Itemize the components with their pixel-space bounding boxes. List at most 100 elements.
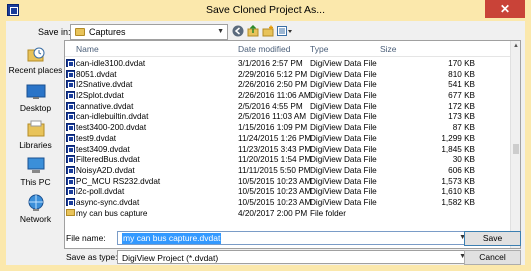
table-row[interactable]: I2Splot.dvdat 2/26/2016 11:06 AM DigiView … xyxy=(65,91,512,102)
network-icon xyxy=(26,194,46,212)
file-name: test3400-200.dvdat xyxy=(76,123,147,133)
file-name: my can bus capture xyxy=(76,208,148,218)
place-label: Desktop xyxy=(19,103,52,113)
file-date: 10/5/2015 10:23 AM xyxy=(238,187,312,197)
libraries-icon xyxy=(26,120,46,138)
file-name: i2c-poll.dvdat xyxy=(76,187,125,197)
place-libraries[interactable]: Libraries xyxy=(8,120,63,150)
desktop-icon xyxy=(26,83,46,101)
view-menu-icon[interactable] xyxy=(277,25,293,39)
file-size: 172 KB xyxy=(448,101,475,111)
place-this-pc[interactable]: This PC xyxy=(8,157,63,187)
digiview-file-icon xyxy=(66,176,75,185)
table-row[interactable]: FilteredBus.dvdat 11/20/2015 1:54 PM DigiV… xyxy=(65,155,512,166)
file-rows: can-idle3100.dvdat 3/1/2016 2:57 PM DigiVi… xyxy=(65,59,512,219)
file-size: 173 KB xyxy=(448,112,475,122)
place-label: This PC xyxy=(20,177,51,187)
file-name: I2Splot.dvdat xyxy=(76,91,124,101)
digiview-file-icon xyxy=(66,123,75,132)
table-row[interactable]: test3409.dvdat 11/23/2015 3:43 PM DigiView… xyxy=(65,144,512,156)
place-label: Libraries xyxy=(19,140,52,150)
file-size: 677 KB xyxy=(448,91,475,101)
table-row[interactable]: i2c-poll.dvdat 10/5/2015 10:23 AM DigiView… xyxy=(65,187,512,198)
up-folder-icon[interactable] xyxy=(247,24,260,39)
digiview-file-icon xyxy=(66,165,75,174)
place-desktop[interactable]: Desktop xyxy=(8,83,63,113)
file-date: 2/26/2016 2:50 PM xyxy=(238,80,308,90)
file-date: 11/23/2015 3:43 PM xyxy=(238,144,312,154)
file-type: DigiView Data File xyxy=(310,176,377,186)
digiview-file-icon xyxy=(66,91,75,100)
digiview-file-icon xyxy=(66,133,75,142)
file-size: 170 KB xyxy=(448,59,475,68)
file-name: PC_MCU RS232.dvdat xyxy=(76,176,161,186)
save-in-dropdown[interactable]: Captures ▼ xyxy=(70,24,228,40)
folder-icon xyxy=(66,208,75,216)
save-as-type-dropdown[interactable]: DigiView Project (*.dvdat) ▼ xyxy=(117,250,470,264)
file-date: 2/26/2016 11:06 AM xyxy=(238,91,311,101)
dialog-title: Save Cloned Project As... xyxy=(205,4,326,16)
file-size: 1,582 KB xyxy=(441,197,475,207)
table-row[interactable]: async-sync.dvdat 10/5/2015 10:23 AM DigiVi… xyxy=(65,197,512,209)
save-as-type-label: Save as type: xyxy=(66,252,118,262)
back-arrow-icon[interactable] xyxy=(232,25,244,39)
file-type: DigiView Data File xyxy=(310,144,377,154)
save-dialog: Save Cloned Project As... ✕ Save in: Cap… xyxy=(0,0,531,271)
save-as-type-value: DigiView Project (*.dvdat) xyxy=(122,253,219,263)
file-type: DigiView Data File xyxy=(310,123,377,133)
file-type: File folder xyxy=(310,208,346,218)
file-list-header: Name Date modified Type Size xyxy=(65,41,512,57)
file-date: 10/5/2015 10:23 AM xyxy=(238,176,312,186)
file-name-field[interactable]: my can bus capture.dvdat ▼ xyxy=(117,231,470,245)
scrollbar-thumb[interactable] xyxy=(513,144,519,154)
column-header-type[interactable]: Type xyxy=(310,44,328,54)
table-row[interactable]: NoisyA2D.dvdat 11/11/2015 5:50 PM DigiView… xyxy=(65,165,512,177)
digiview-file-icon xyxy=(66,69,75,78)
place-network[interactable]: Network xyxy=(8,194,63,224)
table-row[interactable]: test9.dvdat 11/24/2015 1:26 PM DigiView Da… xyxy=(65,133,512,145)
file-size: 606 KB xyxy=(448,165,475,175)
table-row[interactable]: I2Snative.dvdat 2/26/2016 2:50 PM DigiView… xyxy=(65,80,512,91)
column-header-size[interactable]: Size xyxy=(380,44,397,54)
file-date: 1/15/2016 1:09 PM xyxy=(238,123,308,133)
table-row[interactable]: cannative.dvdat 2/5/2016 4:55 PM DigiView … xyxy=(65,101,512,113)
chevron-down-icon: ▼ xyxy=(217,28,224,35)
save-in-label: Save in: xyxy=(38,27,71,37)
vertical-scrollbar[interactable]: ▲ ▼ xyxy=(510,41,520,248)
file-name: I2Snative.dvdat xyxy=(76,80,133,90)
cancel-button[interactable]: Cancel xyxy=(464,250,521,265)
place-recent-places[interactable]: Recent places xyxy=(8,45,63,75)
table-row[interactable]: 8051.dvdat 2/29/2016 5:12 PM DigiView Data… xyxy=(65,69,512,81)
save-button[interactable]: Save xyxy=(464,231,521,246)
file-type: DigiView Data File xyxy=(310,155,377,165)
table-row[interactable]: test3400-200.dvdat 1/15/2016 1:09 PM DigiV… xyxy=(65,123,512,134)
title-bar[interactable]: Save Cloned Project As... ✕ xyxy=(0,0,531,21)
digiview-file-icon xyxy=(66,59,75,67)
file-list[interactable]: Name Date modified Type Size can-idle310… xyxy=(64,40,521,249)
file-date: 2/5/2016 11:03 AM xyxy=(238,112,307,122)
recent-places-icon xyxy=(26,45,46,63)
table-row[interactable]: my can bus capture 4/20/2017 2:00 PM File … xyxy=(65,208,512,220)
file-type: DigiView Data File xyxy=(310,133,377,143)
close-button[interactable]: ✕ xyxy=(485,0,525,18)
file-date: 2/29/2016 5:12 PM xyxy=(238,69,308,79)
places-bar: Recent places Desktop Libraries This PC xyxy=(8,45,63,237)
file-name: async-sync.dvdat xyxy=(76,197,140,207)
table-row[interactable]: PC_MCU RS232.dvdat 10/5/2015 10:23 AM Digi… xyxy=(65,176,512,188)
file-type: DigiView Data File xyxy=(310,91,377,101)
digiview-file-icon xyxy=(66,187,75,196)
file-name: NoisyA2D.dvdat xyxy=(76,165,135,175)
table-row[interactable]: can-idle3100.dvdat 3/1/2016 2:57 PM DigiVi… xyxy=(65,59,512,70)
file-type: DigiView Data File xyxy=(310,112,377,122)
file-type: DigiView Data File xyxy=(310,59,377,68)
table-row[interactable]: can-idlebuiltin.dvdat 2/5/2016 11:03 AM Di… xyxy=(65,112,512,123)
file-size: 1,299 KB xyxy=(441,133,475,143)
file-name-value[interactable]: my can bus capture.dvdat xyxy=(122,233,222,244)
new-folder-icon[interactable] xyxy=(262,25,275,39)
file-size: 87 KB xyxy=(452,123,475,133)
dialog-body: Save in: Captures ▼ Recent places Deskto… xyxy=(6,21,525,265)
column-header-date[interactable]: Date modified xyxy=(238,44,290,54)
scroll-up-icon[interactable]: ▲ xyxy=(511,41,520,51)
file-size: 541 KB xyxy=(448,80,475,90)
column-header-name[interactable]: Name xyxy=(76,44,99,54)
